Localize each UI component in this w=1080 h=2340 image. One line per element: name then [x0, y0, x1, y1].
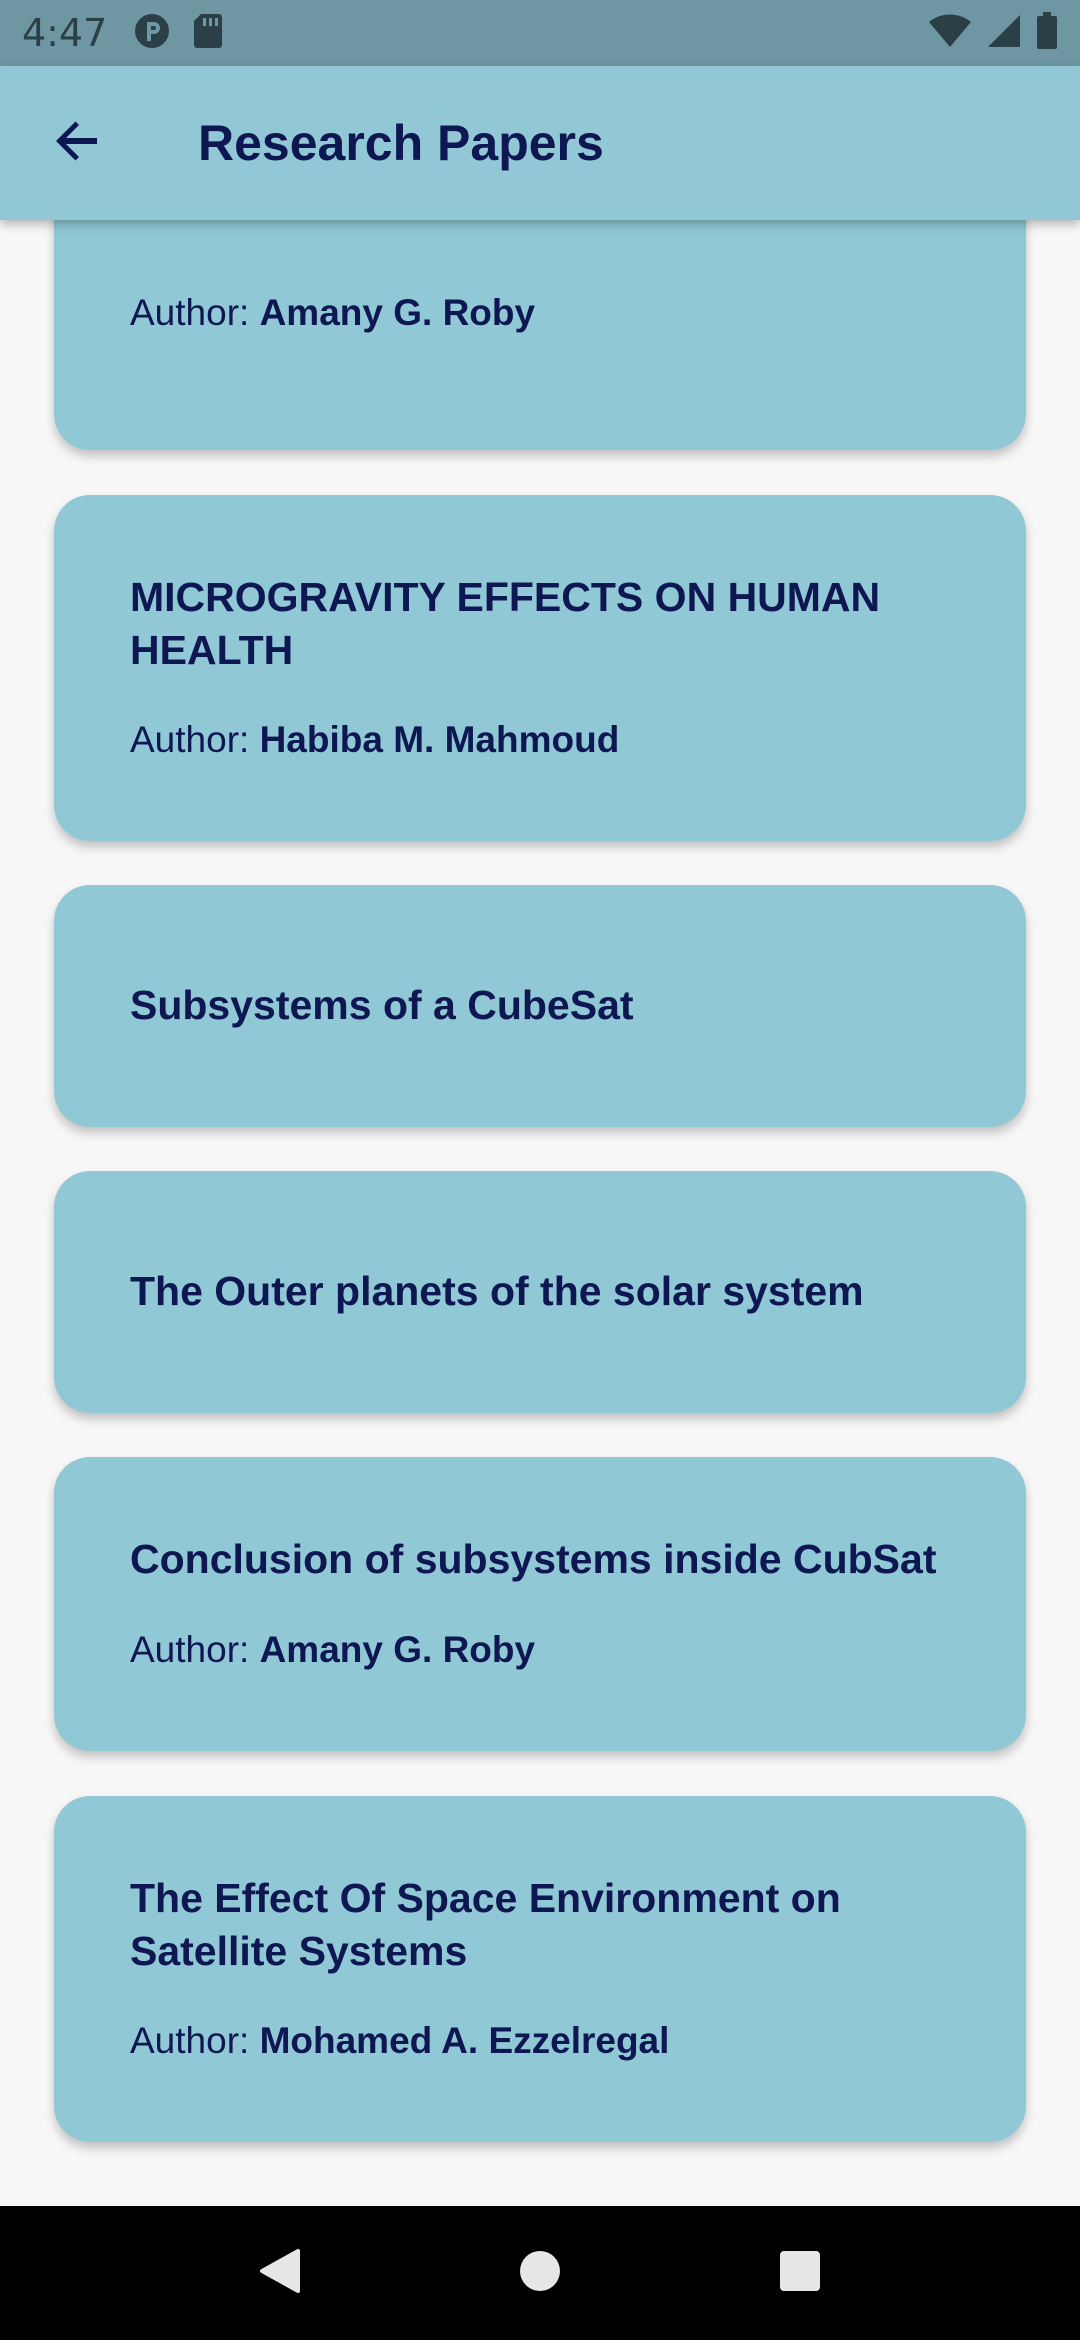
paper-card[interactable]: Author: Amany G. Roby	[54, 220, 1026, 450]
paper-author: Author: Amany G. Roby	[130, 292, 535, 334]
app-bar: Research Papers	[0, 66, 1080, 220]
paper-card[interactable]: The Outer planets of the solar system	[54, 1171, 1026, 1413]
nav-recents-button[interactable]	[760, 2233, 840, 2313]
paper-title: The Outer planets of the solar system	[130, 1268, 864, 1314]
nav-home-button[interactable]	[500, 2233, 580, 2313]
square-recents-icon	[778, 2249, 822, 2298]
author-prefix: Author:	[130, 1629, 260, 1670]
page-title: Research Papers	[198, 115, 604, 171]
system-nav-bar	[0, 2206, 1080, 2340]
paper-card[interactable]: Subsystems of a CubeSat	[54, 885, 1026, 1127]
author-name: Habiba M. Mahmoud	[259, 719, 620, 760]
paper-title: Conclusion of subsystems inside CubSat	[130, 1536, 937, 1582]
notification-app-icon	[133, 12, 171, 55]
paper-author: Author: Habiba M. Mahmoud	[130, 719, 619, 761]
author-name: Amany G. Roby	[259, 1629, 536, 1670]
wifi-icon	[928, 13, 972, 54]
sd-card-icon	[193, 12, 223, 55]
author-prefix: Author:	[130, 292, 260, 333]
paper-card[interactable]: Conclusion of subsystems inside CubSat A…	[54, 1457, 1026, 1751]
nav-back-button[interactable]	[240, 2233, 320, 2313]
author-name: Amany G. Roby	[259, 292, 536, 333]
papers-list[interactable]: Author: Amany G. Roby MICROGRAVITY EFFEC…	[0, 220, 1080, 2206]
arrow-left-icon	[53, 116, 103, 171]
paper-title: Subsystems of a CubeSat	[130, 982, 634, 1028]
paper-author: Author: Mohamed A. Ezzelregal	[130, 2020, 669, 2062]
cell-signal-icon	[986, 13, 1022, 54]
paper-title: The Effect Of Space Environment on Satel…	[130, 1875, 841, 1974]
battery-icon	[1036, 11, 1058, 55]
back-button[interactable]	[38, 103, 118, 183]
paper-card[interactable]: The Effect Of Space Environment on Satel…	[54, 1796, 1026, 2142]
status-bar: 4:47	[0, 0, 1080, 66]
status-time: 4:47	[22, 11, 108, 55]
triangle-back-icon	[258, 2247, 302, 2300]
author-prefix: Author:	[130, 2020, 260, 2061]
circle-home-icon	[518, 2249, 562, 2298]
paper-card[interactable]: MICROGRAVITY EFFECTS ON HUMAN HEALTH Aut…	[54, 495, 1026, 841]
author-name: Mohamed A. Ezzelregal	[259, 2020, 670, 2061]
paper-title: MICROGRAVITY EFFECTS ON HUMAN HEALTH	[130, 574, 881, 673]
paper-author: Author: Amany G. Roby	[130, 1629, 535, 1671]
author-prefix: Author:	[130, 719, 260, 760]
